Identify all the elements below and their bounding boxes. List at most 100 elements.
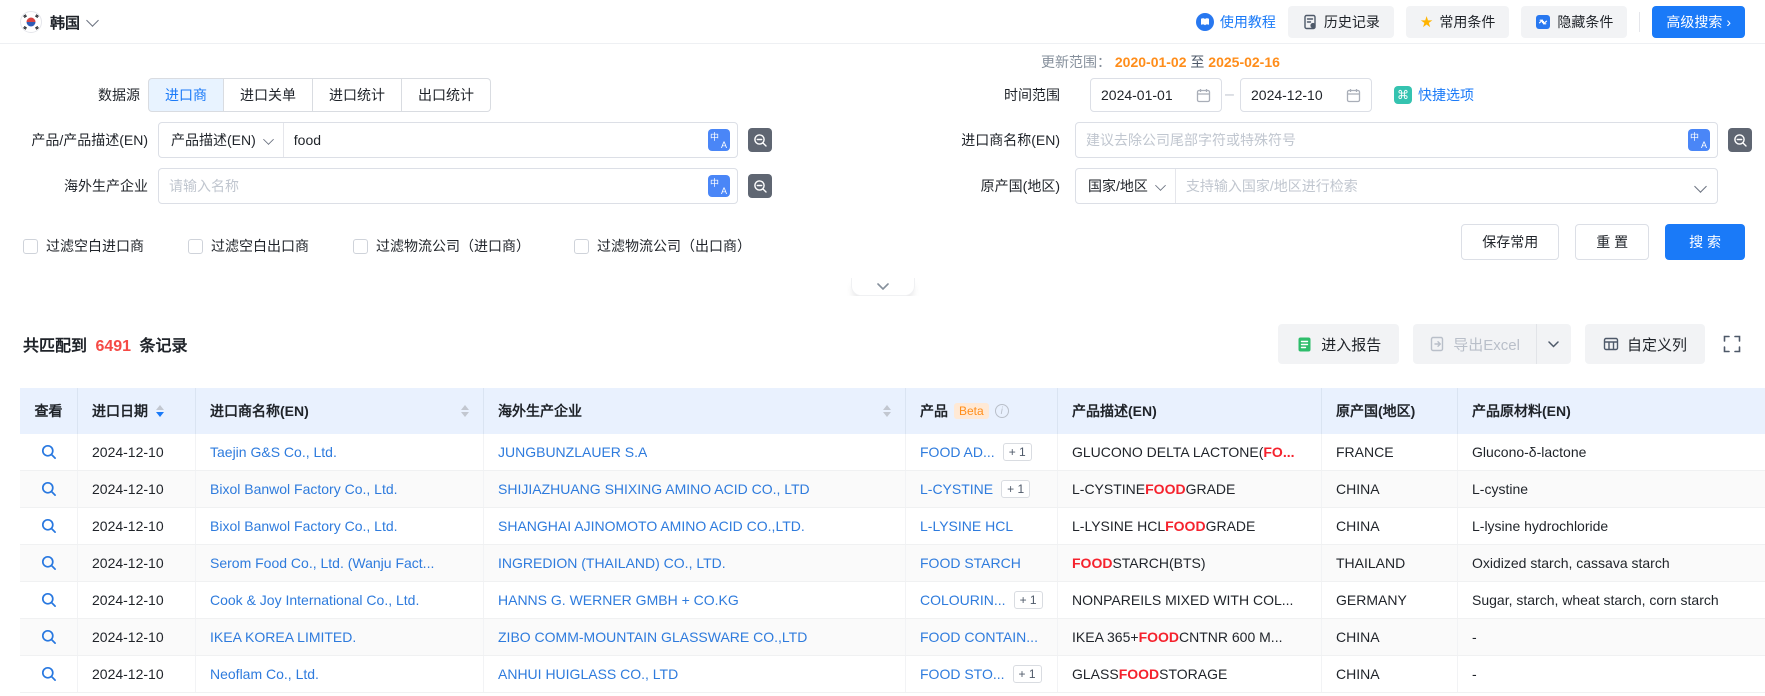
view-search-icon[interactable] — [41, 629, 57, 645]
product-link[interactable]: FOOD AD... — [920, 444, 995, 460]
view-search-icon[interactable] — [41, 481, 57, 497]
view-search-icon[interactable] — [41, 666, 57, 682]
view-cell — [20, 434, 78, 470]
favorites-label: 常用条件 — [1439, 12, 1495, 32]
importer-cell: Cook & Joy International Co., Ltd. — [196, 582, 484, 618]
favorites-button[interactable]: ★ 常用条件 — [1406, 6, 1509, 38]
manufacturer-link[interactable]: SHANGHAI AJINOMOTO AMINO ACID CO.,LTD. — [498, 518, 805, 534]
checkbox-filter-logistics-exporter[interactable]: 过滤物流公司（出口商） — [574, 236, 751, 256]
header-importer-name[interactable]: 进口商名称(EN) — [196, 388, 484, 434]
quick-options-button[interactable]: ⌘ 快捷选项 — [1394, 78, 1474, 112]
importer-link[interactable]: Taejin G&S Co., Ltd. — [210, 444, 337, 460]
importer-link[interactable]: Serom Food Co., Ltd. (Wanju Fact... — [210, 555, 434, 571]
sort-icon[interactable] — [156, 405, 164, 417]
translate-icon[interactable]: 中A — [1688, 129, 1710, 151]
manufacturer-link[interactable]: ZIBO COMM-MOUNTAIN GLASSWARE CO.,LTD — [498, 629, 807, 645]
tutorial-button[interactable]: 使用教程 — [1196, 12, 1276, 32]
view-search-icon[interactable] — [41, 555, 57, 571]
exclude-search-icon[interactable] — [748, 128, 772, 152]
importer-link[interactable]: Neoflam Co., Ltd. — [210, 666, 319, 682]
customize-columns-button[interactable]: 自定义列 — [1585, 324, 1705, 364]
product-desc-cell: L-LYSINE HCL FOOD GRADE — [1058, 508, 1322, 544]
product-link[interactable]: FOOD STO... — [920, 666, 1005, 682]
history-button[interactable]: 历史记录 — [1288, 6, 1394, 38]
manufacturer-link[interactable]: INGREDION (THAILAND) CO., LTD. — [498, 555, 726, 571]
manufacturer-label: 海外生产企业 — [0, 168, 148, 204]
view-search-icon[interactable] — [41, 592, 57, 608]
header-manufacturer[interactable]: 海外生产企业 — [484, 388, 906, 434]
view-search-icon[interactable] — [41, 518, 57, 534]
manufacturer-link[interactable]: JUNGBUNZLAUER S.A — [498, 444, 647, 460]
search-button[interactable]: 搜 索 — [1665, 224, 1745, 260]
translate-icon[interactable]: 中A — [708, 129, 730, 151]
manufacturer-link[interactable]: HANNS G. WERNER GMBH + CO.KG — [498, 592, 739, 608]
tab-import-statistics[interactable]: 进口统计 — [313, 78, 402, 112]
collapse-panel-handle[interactable] — [851, 278, 915, 296]
table-body: 2024-12-10 Taejin G&S Co., Ltd. JUNGBUNZ… — [20, 434, 1765, 693]
import-date-cell: 2024-12-10 — [78, 656, 196, 692]
manufacturer-link[interactable]: SHIJIAZHUANG SHIXING AMINO ACID CO., LTD — [498, 481, 810, 497]
tab-import-declarations[interactable]: 进口关单 — [224, 78, 313, 112]
date-start-value: 2024-01-01 — [1101, 87, 1173, 103]
checkbox-label: 过滤物流公司（出口商） — [597, 236, 751, 256]
product-link[interactable]: FOOD STARCH — [920, 555, 1021, 571]
product-type-select[interactable]: 产品描述(EN) — [159, 123, 284, 157]
product-link[interactable]: COLOURIN... — [920, 592, 1006, 608]
manufacturer-link[interactable]: ANHUI HUIGLASS CO., LTD — [498, 666, 678, 682]
table-row: 2024-12-10 IKEA KOREA LIMITED. ZIBO COMM… — [20, 619, 1765, 656]
fullscreen-button[interactable] — [1719, 331, 1745, 357]
more-products-chip[interactable]: + 1 — [1001, 480, 1030, 498]
origin-type-select[interactable]: 国家/地区 — [1076, 169, 1176, 203]
more-products-chip[interactable]: + 1 — [1013, 665, 1042, 683]
exclude-search-icon[interactable] — [748, 174, 772, 198]
tab-export-statistics[interactable]: 出口统计 — [402, 78, 491, 112]
checkbox-filter-logistics-importer[interactable]: 过滤物流公司（进口商） — [353, 236, 530, 256]
tab-importers[interactable]: 进口商 — [148, 78, 224, 112]
sort-icon[interactable] — [883, 405, 891, 417]
save-favorite-button[interactable]: 保存常用 — [1461, 224, 1559, 260]
more-products-chip[interactable]: + 1 — [1014, 591, 1043, 609]
table-row: 2024-12-10 Cook & Joy International Co.,… — [20, 582, 1765, 619]
exclude-search-icon[interactable] — [1728, 128, 1752, 152]
product-link[interactable]: L-CYSTINE — [920, 481, 993, 497]
checkbox-filter-blank-importer[interactable]: 过滤空白进口商 — [23, 236, 144, 256]
product-desc-cell: IKEA 365+ FOOD CNTNR 600 M... — [1058, 619, 1322, 655]
importer-input[interactable] — [1076, 123, 1688, 157]
date-end-input[interactable]: 2024-12-10 — [1240, 78, 1372, 112]
view-cell — [20, 508, 78, 544]
origin-input[interactable] — [1176, 169, 1696, 203]
sort-icon[interactable] — [461, 405, 469, 417]
quick-options-label: 快捷选项 — [1418, 85, 1474, 105]
export-dropdown-button[interactable] — [1537, 324, 1571, 364]
product-label: 产品/产品描述(EN) — [0, 122, 148, 158]
date-start-input[interactable]: 2024-01-01 — [1090, 78, 1222, 112]
manufacturer-cell: ZIBO COMM-MOUNTAIN GLASSWARE CO.,LTD — [484, 619, 906, 655]
reset-button[interactable]: 重 置 — [1575, 224, 1649, 260]
material-cell: Glucono-δ-lactone — [1458, 434, 1765, 470]
importer-link[interactable]: IKEA KOREA LIMITED. — [210, 629, 356, 645]
product-link[interactable]: FOOD CONTAIN... — [920, 629, 1038, 645]
checkbox-filter-blank-exporter[interactable]: 过滤空白出口商 — [188, 236, 309, 256]
star-icon: ★ — [1420, 15, 1433, 30]
importer-link[interactable]: Bixol Banwol Factory Co., Ltd. — [210, 518, 398, 534]
country-selector[interactable]: 韩国 — [20, 0, 97, 44]
more-products-chip[interactable]: + 1 — [1003, 443, 1032, 461]
manufacturer-input[interactable] — [159, 169, 708, 203]
importer-link[interactable]: Bixol Banwol Factory Co., Ltd. — [210, 481, 398, 497]
info-icon[interactable]: i — [995, 404, 1009, 418]
product-cell: FOOD STO... + 1 — [906, 656, 1058, 692]
view-search-icon[interactable] — [41, 444, 57, 460]
importer-link[interactable]: Cook & Joy International Co., Ltd. — [210, 592, 419, 608]
app-root: 韩国 使用教程 历史记录 ★ 常用条件 — [0, 0, 1765, 696]
advanced-search-button[interactable]: 高级搜索 › — [1652, 6, 1745, 38]
hide-conditions-button[interactable]: 隐藏条件 — [1521, 6, 1627, 38]
enter-report-button[interactable]: 进入报告 — [1278, 324, 1399, 364]
translate-icon[interactable]: 中A — [708, 175, 730, 197]
product-link[interactable]: L-LYSINE HCL — [920, 518, 1013, 534]
product-input[interactable] — [284, 123, 708, 157]
origin-cell: CHINA — [1322, 619, 1458, 655]
importer-cell: Bixol Banwol Factory Co., Ltd. — [196, 471, 484, 507]
checkbox-label: 过滤空白进口商 — [46, 236, 144, 256]
export-excel-button[interactable]: 导出Excel — [1413, 324, 1537, 364]
header-import-date[interactable]: 进口日期 — [78, 388, 196, 434]
